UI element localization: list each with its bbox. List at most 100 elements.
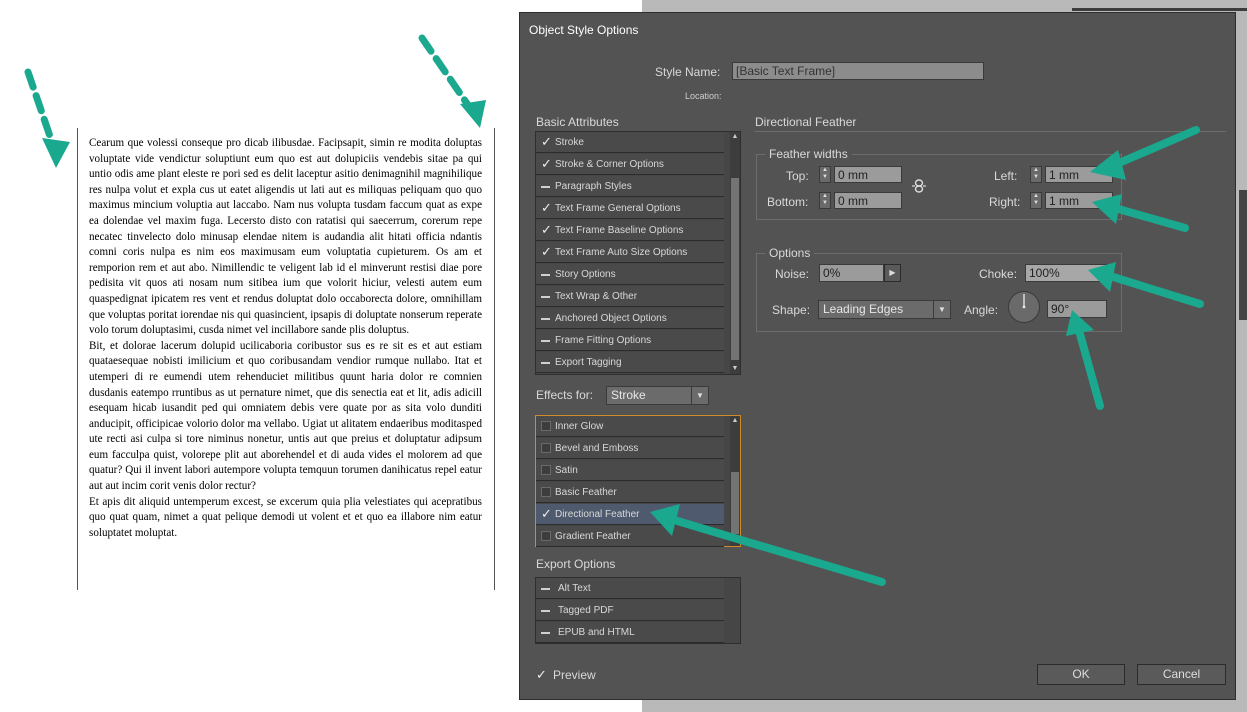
list-item[interactable]: Export Tagging [536,352,724,373]
list-item[interactable]: Anchored Object Options [536,308,724,329]
panel-edge [1072,8,1247,11]
list-item-label: Inner Glow [555,421,604,432]
bottom-input[interactable] [834,192,902,209]
scroll-thumb[interactable] [731,178,739,360]
list-item[interactable]: Satin [536,460,724,481]
list-item[interactable]: ✓ Text Frame General Options [536,198,724,219]
noise-label: Noise: [775,267,810,281]
choke-label: Choke: [979,267,1018,281]
checkbox-icon[interactable] [541,465,551,475]
shape-dropdown[interactable]: Leading Edges ▼ [818,300,951,319]
left-stepper[interactable]: ▲ ▼ [1030,166,1042,183]
list-item[interactable]: Bevel and Emboss [536,438,724,459]
panel-title: Directional Feather [755,115,857,129]
paragraph: Cearum que volessi conseque pro dicab il… [89,137,482,337]
left-label: Left: [994,169,1018,183]
object-style-options-dialog: Object Style Options Style Name: Locatio… [519,12,1236,700]
export-options-list: Alt Text Tagged PDF EPUB and HTML [535,577,741,644]
list-item[interactable]: Text Wrap & Other [536,286,724,307]
list-item-label: Bevel and Emboss [555,443,639,454]
list-item[interactable]: ✓ Directional Feather [536,504,724,525]
dash-icon[interactable] [541,296,550,298]
right-input[interactable] [1045,192,1113,209]
dash-icon[interactable] [541,340,550,342]
shape-value: Leading Edges [823,302,904,316]
chevron-down-icon: ▼ [933,301,950,318]
noise-input[interactable] [819,264,884,282]
noise-slider-toggle[interactable]: ▶ [884,264,901,282]
checkmark-icon[interactable]: ✓ [541,223,552,236]
scroll-thumb[interactable] [731,472,739,534]
effects-list: Inner Glow Bevel and Emboss Satin Basic Fea… [535,415,741,547]
list-item-label: Stroke [555,137,584,148]
scroll-up-icon[interactable]: ▲ [730,132,740,142]
left-input[interactable] [1045,166,1113,183]
list-item-label: Tagged PDF [558,605,614,616]
preview-checkbox[interactable]: ✓ [536,667,550,682]
checkmark-icon[interactable]: ✓ [541,201,552,214]
checkbox-icon[interactable] [541,487,551,497]
dash-icon[interactable] [541,632,550,634]
list-item-label: Text Wrap & Other [555,291,638,302]
list-item[interactable]: ✓ Stroke & Corner Options [536,154,724,175]
bottom-stepper[interactable]: ▲ ▼ [819,192,831,209]
basic-attributes-list: ✓ Stroke ✓ Stroke & Corner Options Paragraph… [535,131,741,375]
list-item[interactable]: ✓ Stroke [536,132,724,153]
angle-input[interactable] [1047,300,1107,318]
text-frame-content: Cearum que volessi conseque pro dicab il… [89,136,482,541]
style-name-input[interactable] [732,62,984,80]
right-stepper[interactable]: ▲ ▼ [1030,192,1042,209]
feather-widths-title: Feather widths [765,147,852,161]
list-item[interactable]: EPUB and HTML [536,622,724,643]
ok-button[interactable]: OK [1037,664,1125,685]
list-item[interactable]: Gradient Feather [536,526,724,547]
dash-icon[interactable] [541,186,550,188]
chevron-down-icon: ▼ [691,387,708,404]
top-stepper[interactable]: ▲ ▼ [819,166,831,183]
scroll-up-icon[interactable]: ▲ [730,416,740,426]
list-item-label: Frame Fitting Options [555,335,652,346]
list-item[interactable]: Paragraph Styles [536,176,724,197]
list-item-label: EPUB and HTML [558,627,635,638]
list-item[interactable]: Frame Fitting Options [536,330,724,351]
list-item[interactable]: Alt Text [536,578,724,599]
effects-for-dropdown[interactable]: Stroke ▼ [606,386,709,405]
angle-dial-icon[interactable] [1007,290,1041,324]
top-input[interactable] [834,166,902,183]
list-item-label: Stroke & Corner Options [555,159,664,170]
dash-icon[interactable] [541,362,550,364]
list-item-label: Text Frame Baseline Options [555,225,684,236]
list-item-label: Anchored Object Options [555,313,667,324]
checkbox-icon[interactable] [541,443,551,453]
scroll-down-icon[interactable]: ▼ [730,364,740,374]
dialog-title: Object Style Options [529,23,639,37]
link-chain-icon[interactable] [910,177,928,195]
shape-label: Shape: [772,303,811,317]
list-item-label: Text Frame Auto Size Options [555,247,688,258]
list-item[interactable]: ✓ Text Frame Auto Size Options [536,242,724,263]
document-page: Cearum que volessi conseque pro dicab il… [0,0,519,712]
list-item[interactable]: ✓ Text Frame Baseline Options [536,220,724,241]
cancel-button[interactable]: Cancel [1137,664,1226,685]
checkmark-icon[interactable]: ✓ [541,157,552,170]
list-item[interactable]: Story Options [536,264,724,285]
dash-icon[interactable] [541,588,550,590]
basic-attributes-scrollbar[interactable]: ▲ ▼ [730,132,740,374]
checkmark-icon[interactable]: ✓ [541,135,552,148]
list-item-label: Basic Feather [555,487,617,498]
dash-icon[interactable] [541,610,550,612]
list-item[interactable]: Tagged PDF [536,600,724,621]
checkbox-icon[interactable] [541,531,551,541]
list-item-label: Gradient Feather [555,531,631,542]
paragraph: Et apis dit aliquid untemperum excest, s… [89,495,482,539]
top-label: Top: [786,169,809,183]
list-item[interactable]: Basic Feather [536,482,724,503]
list-item[interactable]: Inner Glow [536,416,724,437]
dash-icon[interactable] [541,274,550,276]
checkbox-icon[interactable] [541,421,551,431]
effects-scrollbar[interactable]: ▲ [730,416,740,546]
checkmark-icon[interactable]: ✓ [541,245,552,258]
choke-input[interactable] [1025,264,1107,282]
dash-icon[interactable] [541,318,550,320]
checkmark-icon[interactable]: ✓ [541,507,552,520]
